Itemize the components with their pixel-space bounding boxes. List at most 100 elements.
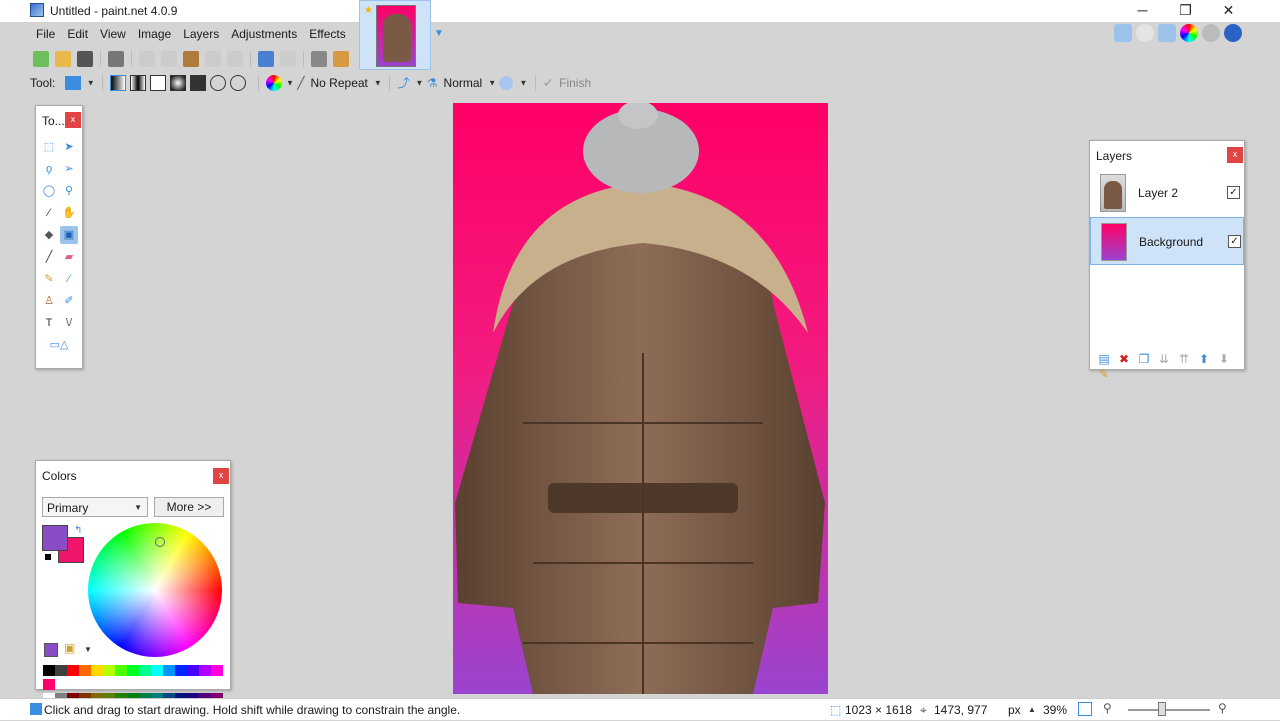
clone-stamp-icon[interactable]: ♙	[40, 292, 58, 310]
print-icon[interactable]	[108, 51, 124, 67]
palette-swatch[interactable]	[43, 679, 55, 690]
layer-row-layer-2[interactable]: Layer 2 ✓	[1090, 169, 1244, 217]
ellipse-select-icon[interactable]: ◯	[40, 182, 58, 200]
blend-mode-dropdown-icon[interactable]: ▼	[488, 79, 496, 88]
layers-window-icon[interactable]	[1158, 24, 1176, 42]
zoom-level[interactable]: 39%	[1043, 703, 1067, 717]
color-picker-icon[interactable]: ⁄	[60, 270, 78, 288]
ruler-icon[interactable]	[333, 51, 349, 67]
menu-file[interactable]: File	[30, 24, 61, 44]
palette-swatch[interactable]	[175, 665, 187, 676]
layer-properties-icon[interactable]: ✎	[1097, 367, 1111, 381]
color-mode-icon[interactable]	[266, 74, 282, 91]
conical-gradient-icon[interactable]	[190, 74, 207, 91]
redo-icon[interactable]	[280, 51, 296, 67]
move-layer-up-icon[interactable]: ⇈	[1177, 352, 1191, 366]
palette-swatch[interactable]	[103, 665, 115, 676]
linear-gradient-icon[interactable]	[110, 74, 127, 91]
paint-bucket-icon[interactable]: ◆	[40, 226, 58, 244]
palette-dropdown-icon[interactable]: ▼	[84, 645, 92, 654]
line-curve-icon[interactable]: \/	[60, 314, 78, 332]
history-window-icon[interactable]	[1136, 24, 1154, 42]
move-selection-icon[interactable]: ➢	[60, 160, 78, 178]
magic-wand-icon[interactable]: ⁄	[40, 204, 58, 222]
copy-icon[interactable]	[161, 51, 177, 67]
menu-image[interactable]: Image	[132, 24, 177, 44]
menu-view[interactable]: View	[94, 24, 132, 44]
paste-icon[interactable]	[183, 51, 199, 67]
gradient-tool-icon[interactable]: ▣	[60, 226, 78, 244]
layer-row-background[interactable]: Background ✓	[1090, 217, 1244, 265]
undo-icon[interactable]	[258, 51, 274, 67]
merge-layer-down-icon[interactable]: ⇊	[1157, 352, 1171, 366]
pencil-icon[interactable]: ✎	[40, 270, 58, 288]
palette-swatch[interactable]	[67, 665, 79, 676]
gradient-tool-icon[interactable]	[64, 75, 81, 90]
more-colors-button[interactable]: More >>	[154, 497, 224, 517]
help-icon[interactable]	[1224, 24, 1242, 42]
antialiasing-icon[interactable]: ⤴	[397, 74, 409, 91]
minimize-button[interactable]: ─	[1120, 0, 1165, 22]
tools-panel-close-button[interactable]: x	[65, 112, 81, 128]
color-palette[interactable]	[43, 665, 223, 718]
text-icon[interactable]: T	[40, 314, 58, 332]
palette-swatch[interactable]	[91, 665, 103, 676]
zoom-out-icon[interactable]: ⚲	[1103, 701, 1112, 715]
move-down-arrow-icon[interactable]: ⬇	[1217, 352, 1231, 366]
palette-swatch[interactable]	[199, 665, 211, 676]
palette-swatch[interactable]	[211, 665, 223, 676]
reset-colors-icon[interactable]	[44, 553, 52, 561]
open-icon[interactable]	[55, 51, 71, 67]
move-up-arrow-icon[interactable]: ⬆	[1197, 352, 1211, 366]
spiral-counterclockwise-icon[interactable]	[230, 74, 247, 91]
colors-window-icon[interactable]	[1180, 24, 1198, 42]
move-selected-pixels-icon[interactable]: ➤	[60, 138, 78, 156]
add-layer-icon[interactable]: ▤	[1097, 352, 1111, 366]
paintbrush-icon[interactable]: ╱	[40, 248, 58, 266]
unit-dropdown-icon[interactable]: ▲	[1028, 705, 1036, 714]
zoom-in-icon[interactable]: ⚲	[1218, 701, 1227, 715]
restore-button[interactable]: ❐	[1163, 0, 1208, 22]
swap-colors-icon[interactable]: ↰	[74, 525, 82, 536]
save-icon[interactable]	[77, 51, 93, 67]
zoom-slider-thumb[interactable]	[1158, 702, 1167, 716]
grid-icon[interactable]	[311, 51, 327, 67]
menu-edit[interactable]: Edit	[61, 24, 94, 44]
pan-hand-icon[interactable]: ✋	[60, 204, 78, 222]
palette-swatch[interactable]	[43, 665, 55, 676]
color-mode-dropdown-icon[interactable]: ▼	[286, 79, 294, 88]
cut-icon[interactable]	[139, 51, 155, 67]
spiral-clockwise-icon[interactable]	[210, 74, 227, 91]
zoom-slider-track[interactable]	[1128, 709, 1210, 711]
palette-swatch[interactable]	[163, 665, 175, 676]
tool-dropdown-icon[interactable]: ▼	[87, 79, 95, 88]
layer-visibility-checkbox[interactable]: ✓	[1227, 186, 1240, 199]
shapes-icon[interactable]: ▭△	[40, 336, 78, 354]
eraser-icon[interactable]: ▰	[60, 248, 78, 266]
menu-layers[interactable]: Layers	[177, 24, 225, 44]
palette-swatch[interactable]	[115, 665, 127, 676]
tools-window-icon[interactable]	[1114, 24, 1132, 42]
palette-menu-icon[interactable]: ▣	[64, 641, 75, 655]
image-list-dropdown-icon[interactable]: ▼	[434, 28, 444, 39]
zoom-icon[interactable]: ⚲	[60, 182, 78, 200]
finish-button[interactable]: Finish	[559, 76, 591, 90]
crop-icon[interactable]	[205, 51, 221, 67]
linear-reflected-icon[interactable]	[130, 74, 147, 91]
unit-selector[interactable]: px	[1008, 703, 1021, 717]
palette-swatch[interactable]	[187, 665, 199, 676]
palette-swatch[interactable]	[139, 665, 151, 676]
repeat-dropdown-icon[interactable]: ▼	[374, 79, 382, 88]
radial-gradient-icon[interactable]	[170, 74, 187, 91]
palette-swatch[interactable]	[55, 665, 67, 676]
layer-visibility-checkbox[interactable]: ✓	[1228, 235, 1241, 248]
new-image-icon[interactable]	[33, 51, 49, 67]
palette-swatch[interactable]	[151, 665, 163, 676]
color-wheel-cursor[interactable]	[155, 537, 165, 547]
settings-gear-icon[interactable]	[1202, 24, 1220, 42]
close-window-button[interactable]: ✕	[1206, 0, 1251, 22]
duplicate-layer-icon[interactable]: ❐	[1137, 352, 1151, 366]
recolor-icon[interactable]: ✐	[60, 292, 78, 310]
image-thumbnail-tab[interactable]: ★	[359, 0, 431, 70]
alpha-mode-icon[interactable]	[499, 75, 514, 90]
